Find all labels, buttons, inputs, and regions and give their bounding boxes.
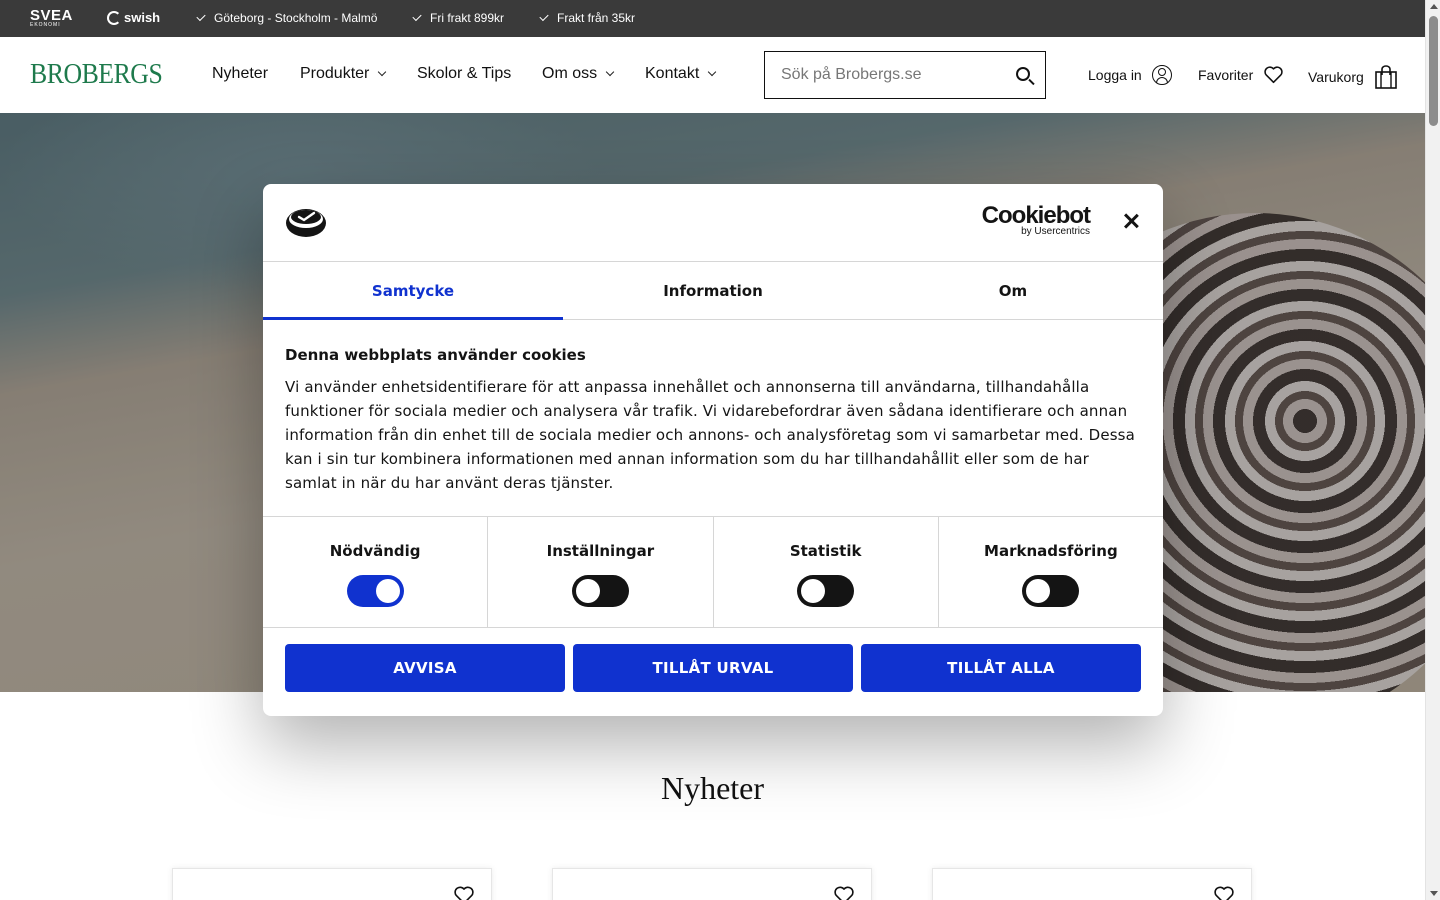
dialog-actions: AVVISA TILLÅT URVAL TILLÅT ALLA xyxy=(263,628,1163,708)
login-link[interactable]: Logga in xyxy=(1088,65,1172,85)
consent-toggles: Nödvändig Inställningar Statistik Markna… xyxy=(263,517,1163,628)
svea-logo: SVEA EKONOMI xyxy=(30,8,73,28)
dialog-body: Denna webbplats använder cookies Vi anvä… xyxy=(263,320,1163,517)
nav-label: Produkter xyxy=(300,65,370,82)
product-card[interactable] xyxy=(172,868,492,900)
favorites-label: Favoriter xyxy=(1198,66,1254,83)
dialog-text: Vi använder enhetsidentifierare för att … xyxy=(285,378,1135,492)
toggle-label: Statistik xyxy=(789,542,862,560)
toggle-marknadsforing[interactable] xyxy=(1022,575,1080,607)
nav-nyheter[interactable]: Nyheter xyxy=(212,65,268,83)
check-icon xyxy=(539,11,549,22)
usp-label: Fri frakt 899kr xyxy=(430,11,505,25)
nav-label: Skolor & Tips xyxy=(417,65,512,82)
toggle-statistik[interactable] xyxy=(797,575,855,607)
chevron-down-icon xyxy=(708,67,717,77)
reject-button[interactable]: AVVISA xyxy=(285,644,565,692)
search-box xyxy=(764,51,1046,99)
chevron-down-icon xyxy=(378,67,387,77)
search-input[interactable] xyxy=(765,66,995,84)
product-card[interactable] xyxy=(932,868,1252,900)
tab-samtycke[interactable]: Samtycke xyxy=(263,262,563,320)
toggle-installningar[interactable] xyxy=(571,575,629,607)
cookiebot-logo-icon xyxy=(286,209,326,237)
cookiebot-brand-name: Cookiebot xyxy=(981,202,1091,229)
usp-item: Fri frakt 899kr xyxy=(412,11,505,25)
toggle-group-statistik: Statistik xyxy=(714,517,939,627)
nav-kontakt[interactable]: Kontakt xyxy=(645,65,717,83)
allow-all-button[interactable]: TILLÅT ALLA xyxy=(861,644,1141,692)
swish-logo-text: swish xyxy=(124,10,161,25)
top-strip: SVEA EKONOMI swish Göteborg - Stockholm … xyxy=(0,0,1425,37)
toggle-label: Inställningar xyxy=(546,542,655,560)
nav-label: Kontakt xyxy=(645,65,700,82)
nav-label: Nyheter xyxy=(212,65,269,82)
dialog-tabs: Samtycke Information Om xyxy=(263,262,1163,320)
scrollbar-thumb[interactable] xyxy=(1429,16,1438,126)
nav-produkter[interactable]: Produkter xyxy=(300,65,387,83)
check-icon xyxy=(412,11,422,22)
swish-logo: swish xyxy=(107,10,160,25)
product-card[interactable] xyxy=(552,868,872,900)
check-icon xyxy=(196,11,206,22)
close-icon[interactable] xyxy=(1121,211,1141,231)
toggle-knob xyxy=(375,579,400,603)
dialog-heading: Denna webbplats använder cookies xyxy=(285,346,586,364)
toggle-knob xyxy=(575,579,600,603)
cookiebot-brand: Cookiebot by Usercentrics xyxy=(981,202,1091,237)
tab-om[interactable]: Om xyxy=(863,262,1163,319)
heart-icon[interactable] xyxy=(833,885,855,900)
cart-link[interactable]: Varukorg xyxy=(1308,65,1398,89)
chevron-down-icon xyxy=(605,67,615,77)
toggle-nodvandig[interactable] xyxy=(346,575,404,607)
toggle-label: Nödvändig xyxy=(329,542,421,560)
usp-label: Göteborg - Stockholm - Malmö xyxy=(214,11,378,25)
section-title: Nyheter xyxy=(660,770,765,806)
heart-icon xyxy=(1263,65,1284,84)
nav-skolor-tips[interactable]: Skolor & Tips xyxy=(417,65,511,83)
user-icon xyxy=(1151,65,1172,85)
toggle-group-installningar: Inställningar xyxy=(488,517,714,627)
login-label: Logga in xyxy=(1088,67,1142,83)
heart-icon[interactable] xyxy=(1213,885,1235,900)
favorites-link[interactable]: Favoriter xyxy=(1198,65,1284,84)
usp-item: Frakt från 35kr xyxy=(539,11,636,25)
toggle-label: Marknadsföring xyxy=(984,542,1118,560)
brobergs-logo[interactable]: BROBERGS xyxy=(30,59,163,91)
allow-selection-button[interactable]: TILLÅT URVAL xyxy=(573,644,853,692)
page-scrollbar[interactable] xyxy=(1425,0,1440,900)
toggle-knob xyxy=(1026,579,1051,603)
shopping-bag-icon xyxy=(1374,65,1398,89)
usp-label: Frakt från 35kr xyxy=(557,11,636,25)
scroll-down-icon[interactable] xyxy=(1430,891,1438,896)
nav-om-oss[interactable]: Om oss xyxy=(542,65,615,83)
swish-icon xyxy=(107,10,121,25)
cookie-consent-dialog: Cookiebot by Usercentrics Samtycke Infor… xyxy=(263,184,1163,716)
toggle-group-nodvandig: Nödvändig xyxy=(263,517,489,627)
cart-label: Varukorg xyxy=(1308,69,1364,85)
dialog-header: Cookiebot by Usercentrics xyxy=(263,184,1163,262)
nav-label: Om oss xyxy=(542,65,598,82)
search-icon[interactable] xyxy=(1016,67,1030,81)
toggle-group-marknadsforing: Marknadsföring xyxy=(939,517,1163,627)
usp-item: Göteborg - Stockholm - Malmö xyxy=(196,11,378,25)
scroll-up-icon[interactable] xyxy=(1430,4,1438,9)
site-header: BROBERGS Nyheter Produkter Skolor & Tips… xyxy=(0,37,1425,113)
toggle-knob xyxy=(801,579,826,603)
tab-information[interactable]: Information xyxy=(563,262,863,319)
heart-icon[interactable] xyxy=(453,885,475,900)
